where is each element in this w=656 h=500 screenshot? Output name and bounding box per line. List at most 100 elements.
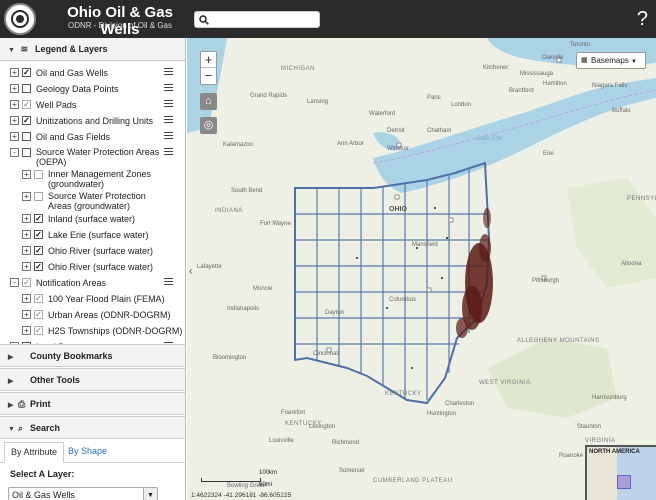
layer-menu-icon[interactable] xyxy=(164,132,173,141)
map-place-label: Frankfort xyxy=(281,410,306,416)
map-place-label: Windsor xyxy=(387,146,410,152)
layer-menu-icon[interactable] xyxy=(164,68,173,77)
expand-icon[interactable]: + xyxy=(22,262,31,271)
collapse-sidebar-icon[interactable]: ‹ xyxy=(189,266,192,277)
locate-button[interactable]: ◎ xyxy=(200,117,217,134)
layer-label: Inland (surface water) xyxy=(48,214,136,224)
scale-bar: 100km 60mi xyxy=(201,470,277,488)
map-view[interactable]: Toronto Oakville Niagara Falls Mississauga H… xyxy=(187,38,656,500)
expand-icon[interactable]: + xyxy=(22,170,31,179)
expand-icon[interactable]: + xyxy=(10,116,19,125)
map-place-label: Kitchener xyxy=(483,65,509,71)
app-subtitle: ODNR - Division of Oil & Gas xyxy=(67,21,173,30)
layer-checkbox[interactable] xyxy=(22,84,31,93)
layer-menu-icon[interactable] xyxy=(164,100,173,109)
map-place-label: Toronto xyxy=(570,42,591,48)
home-icon: ⌂ xyxy=(205,95,212,107)
expand-icon[interactable]: + xyxy=(22,294,31,303)
expand-icon[interactable]: + xyxy=(22,246,31,255)
print-panel-header[interactable]: ▶ ⎙ Print xyxy=(0,392,185,415)
layer-row[interactable]: + ✓ H2S Townships (ODNR-DOGRM) xyxy=(0,323,185,339)
expand-icon[interactable]: + xyxy=(22,192,31,201)
layer-checkbox[interactable]: ✓ xyxy=(34,294,43,303)
layer-row[interactable]: + Inner Management Zones (groundwater) xyxy=(0,167,185,189)
layer-row[interactable]: + ✓ Urban Areas (ODNR-DOGRM) xyxy=(0,307,185,323)
search-input[interactable] xyxy=(194,11,320,28)
zoom-out-button[interactable]: − xyxy=(201,68,216,84)
layer-checkbox[interactable]: ✓ xyxy=(34,214,43,223)
layer-row[interactable]: + ✓ Well Pads xyxy=(0,97,185,113)
zoom-in-button[interactable]: + xyxy=(201,52,216,68)
layer-label: Notification Areas xyxy=(36,278,107,288)
expand-icon[interactable]: + xyxy=(22,310,31,319)
map-place-label: PENNSYL xyxy=(627,196,656,202)
expand-icon[interactable]: + xyxy=(22,230,31,239)
layer-label: Source Water Protection Areas (OEPA) xyxy=(36,147,160,167)
layer-checkbox[interactable] xyxy=(34,170,43,179)
layer-label: 100 Year Flood Plain (FEMA) xyxy=(48,294,165,304)
layer-label: Ohio River (surface water) xyxy=(48,262,154,272)
expand-icon[interactable]: + xyxy=(10,84,19,93)
layer-menu-icon[interactable] xyxy=(164,84,173,93)
layer-row[interactable]: + ✓ 100 Year Flood Plain (FEMA) xyxy=(0,291,185,307)
layer-checkbox[interactable]: ✓ xyxy=(22,116,31,125)
map-place-label: Charleston xyxy=(445,401,475,407)
expand-icon[interactable]: + xyxy=(10,132,19,141)
map-place-label: Pittsburgh xyxy=(532,278,560,284)
help-icon[interactable]: ? xyxy=(637,9,648,29)
search-panel-header[interactable]: ▼ ⌕ Search xyxy=(0,416,185,439)
expand-icon[interactable]: + xyxy=(10,100,19,109)
layer-row[interactable]: + Geology Data Points xyxy=(0,81,185,97)
expand-icon[interactable]: + xyxy=(22,326,31,335)
map-place-label: ALLEGHENY MOUNTAINS xyxy=(517,338,600,344)
layer-row[interactable]: - ✓ Notification Areas xyxy=(0,275,185,291)
layer-checkbox[interactable]: ✓ xyxy=(34,310,43,319)
layer-row[interactable]: + ✓ Inland (surface water) xyxy=(0,211,185,227)
layer-checkbox[interactable]: ✓ xyxy=(22,100,31,109)
layer-label: Ohio River (surface water) xyxy=(48,246,154,256)
layer-select-value: Oil & Gas Wells xyxy=(12,490,75,500)
layer-checkbox[interactable]: ✓ xyxy=(22,68,31,77)
layer-row[interactable]: + ✓ Lake Erie (surface water) xyxy=(0,227,185,243)
caret-down-icon: ▼ xyxy=(631,59,637,65)
layer-checkbox[interactable]: ✓ xyxy=(34,230,43,239)
search-tabs: By Attribute By Shape xyxy=(0,438,185,463)
layer-checkbox[interactable]: ✓ xyxy=(34,246,43,255)
home-button[interactable]: ⌂ xyxy=(200,93,217,110)
expand-icon[interactable]: + xyxy=(22,214,31,223)
layer-row[interactable]: + ✓ Ohio River (surface water) xyxy=(0,243,185,259)
map-place-label: OHIO xyxy=(389,206,407,213)
map-place-label: London xyxy=(451,102,472,108)
layer-checkbox[interactable] xyxy=(22,132,31,141)
layer-select[interactable]: Oil & Gas Wells ▼ xyxy=(8,487,158,500)
layer-row[interactable]: + ✓ Oil and Gas Wells xyxy=(0,65,185,81)
layer-menu-icon[interactable] xyxy=(164,278,173,287)
layer-row[interactable]: + ✓ Unitizations and Drilling Units xyxy=(0,113,185,129)
expand-icon[interactable]: + xyxy=(10,68,19,77)
layer-checkbox[interactable] xyxy=(34,192,43,201)
other-tools-panel-header[interactable]: ▶ Other Tools xyxy=(0,368,185,391)
collapse-icon[interactable]: - xyxy=(10,278,19,287)
county-bookmarks-panel-header[interactable]: ▶ County Bookmarks xyxy=(0,344,185,367)
overview-map[interactable]: NORTH AMERICA xyxy=(585,445,656,500)
layer-row[interactable]: + Source Water Protection Areas (groundwa… xyxy=(0,189,185,211)
layer-checkbox[interactable]: ✓ xyxy=(22,278,31,287)
map-place-label: Ann Arbor xyxy=(337,141,364,147)
layer-checkbox[interactable]: ✓ xyxy=(34,326,43,335)
layer-row[interactable]: - Source Water Protection Areas (OEPA) xyxy=(0,145,185,167)
overview-extent-box[interactable] xyxy=(617,475,631,489)
map-place-label: Richmond xyxy=(332,440,360,446)
layer-checkbox[interactable]: ✓ xyxy=(34,262,43,271)
basemaps-button[interactable]: ▦ Basemaps ▼ xyxy=(576,52,646,69)
layer-row[interactable]: + ✓ Ohio River (surface water) xyxy=(0,259,185,275)
layer-menu-icon[interactable] xyxy=(164,148,173,157)
collapse-icon[interactable]: - xyxy=(10,148,19,157)
grid-icon: ▦ xyxy=(581,57,588,64)
layer-menu-icon[interactable] xyxy=(164,116,173,125)
layer-checkbox[interactable] xyxy=(22,148,31,157)
layer-row[interactable]: + Oil and Gas Fields xyxy=(0,129,185,145)
map-place-label: Brantford xyxy=(509,88,534,94)
legend-panel-header[interactable]: ▼ ≋ Legend & Layers xyxy=(0,38,185,61)
tab-by-shape[interactable]: By Shape xyxy=(62,442,113,463)
tab-by-attribute[interactable]: By Attribute xyxy=(4,442,65,463)
